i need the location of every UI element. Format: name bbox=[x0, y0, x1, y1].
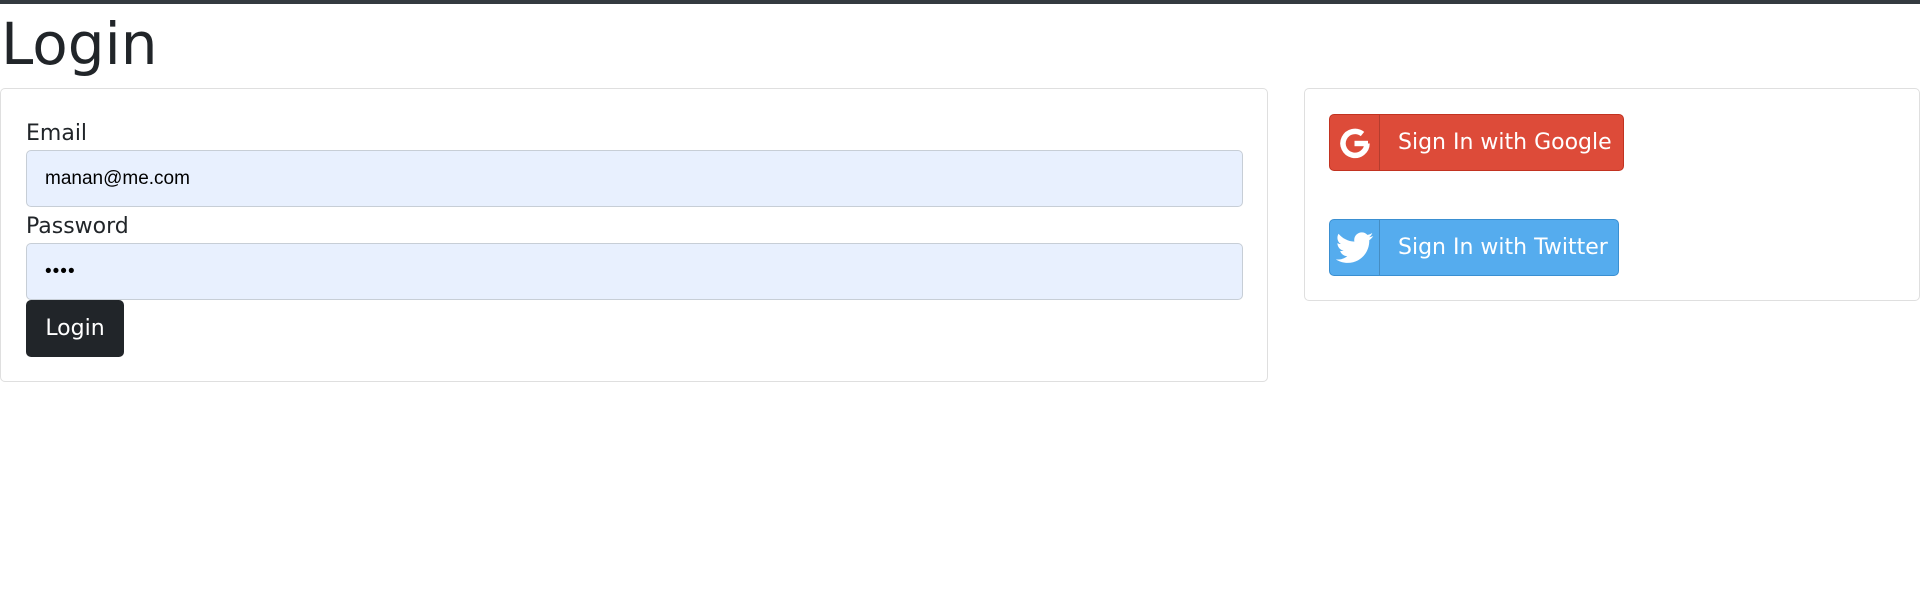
google-signin-button[interactable]: Sign In with Google bbox=[1329, 114, 1624, 171]
social-login-card: Sign In with Google Sign In with Twitter bbox=[1304, 88, 1920, 301]
email-input[interactable] bbox=[26, 150, 1243, 207]
twitter-signin-button[interactable]: Sign In with Twitter bbox=[1329, 219, 1619, 276]
google-icon bbox=[1330, 115, 1380, 170]
login-button[interactable]: Login bbox=[26, 300, 124, 357]
top-border bbox=[0, 0, 1920, 4]
google-signin-label: Sign In with Google bbox=[1398, 130, 1612, 155]
login-card: Email Password Login bbox=[0, 88, 1268, 382]
twitter-signin-label: Sign In with Twitter bbox=[1398, 235, 1608, 260]
email-label: Email bbox=[26, 121, 88, 146]
page-title: Login bbox=[1, 10, 158, 78]
password-label: Password bbox=[26, 214, 129, 239]
twitter-icon bbox=[1330, 220, 1380, 275]
password-input[interactable] bbox=[26, 243, 1243, 300]
